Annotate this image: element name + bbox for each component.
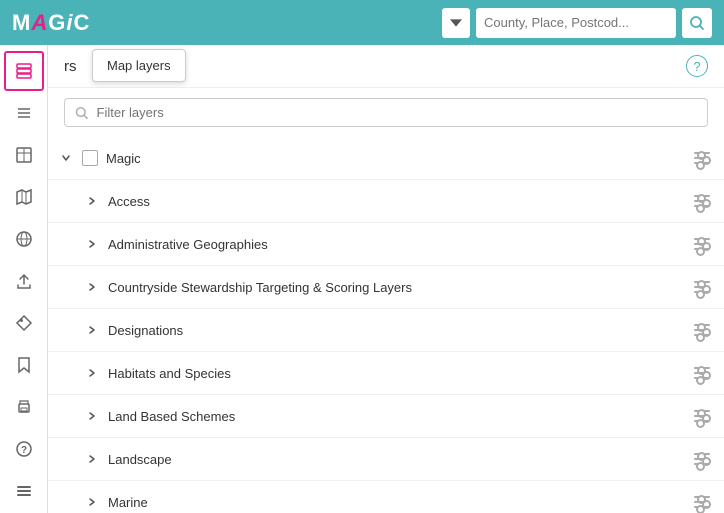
sidebar-item-globe[interactable] [4, 219, 44, 259]
search-input-wrap [476, 8, 676, 38]
settings-icon-admin-geo[interactable] [690, 232, 714, 256]
layer-row: Countryside Stewardship Targeting & Scor… [48, 266, 724, 308]
chevron-right-icon [87, 411, 97, 421]
settings-icon-designations[interactable] [690, 318, 714, 342]
layer-row: Land Based Schemes [48, 395, 724, 437]
layer-name: Access [108, 194, 690, 209]
expand-button-habitats[interactable] [84, 365, 100, 381]
table-icon [15, 146, 33, 164]
layer-list: Magic Access [48, 137, 724, 513]
layer-group-admin-geo: Administrative Geographies [48, 223, 724, 266]
sidebar-item-layers[interactable] [4, 51, 44, 91]
search-area [442, 8, 712, 38]
layer-row: Magic [48, 137, 724, 179]
help-icon: ? [15, 440, 33, 458]
sidebar-item-table[interactable] [4, 135, 44, 175]
layer-name: Designations [108, 323, 690, 338]
settings-icon-access[interactable] [690, 189, 714, 213]
expand-button-land-based[interactable] [84, 408, 100, 424]
chevron-right-icon [87, 196, 97, 206]
upload-icon [15, 272, 33, 290]
map-layers-tooltip: Map layers [92, 49, 186, 82]
layer-name: Land Based Schemes [108, 409, 690, 424]
panel: Map layers rs ? [48, 45, 724, 513]
chevron-down-icon [61, 153, 71, 163]
checkbox-magic[interactable] [82, 150, 98, 166]
search-icon [690, 16, 704, 30]
layer-row: Landscape [48, 438, 724, 480]
help-label: ? [693, 59, 700, 74]
layer-name: Marine [108, 495, 690, 510]
info-icon [15, 482, 33, 500]
dropdown-chevron-icon [450, 17, 462, 29]
sidebar-item-bookmark[interactable] [4, 345, 44, 385]
layer-row: Administrative Geographies [48, 223, 724, 265]
print-icon [15, 398, 33, 416]
expand-button-admin-geo[interactable] [84, 236, 100, 252]
sidebar-item-print[interactable] [4, 387, 44, 427]
globe-icon [15, 230, 33, 248]
search-dropdown[interactable] [442, 8, 470, 38]
map-icon [15, 188, 33, 206]
settings-icon-landscape[interactable] [690, 447, 714, 471]
main: ? Map layers rs ? [0, 45, 724, 513]
header: MAGiC [0, 0, 724, 45]
layer-group-marine: Marine [48, 481, 724, 513]
layer-name: Magic [106, 151, 690, 166]
filter-search-icon [75, 106, 89, 120]
sidebar-item-upload[interactable] [4, 261, 44, 301]
layer-group-habitats: Habitats and Species [48, 352, 724, 395]
expand-button-landscape[interactable] [84, 451, 100, 467]
panel-title: rs [64, 58, 77, 75]
layer-row: Access [48, 180, 724, 222]
layer-group-countryside: Countryside Stewardship Targeting & Scor… [48, 266, 724, 309]
layer-group-magic: Magic [48, 137, 724, 180]
layer-group-land-based: Land Based Schemes [48, 395, 724, 438]
expand-button-access[interactable] [84, 193, 100, 209]
chevron-right-icon [87, 325, 97, 335]
layer-row: Designations [48, 309, 724, 351]
settings-icon-magic[interactable] [690, 146, 714, 170]
sidebar-item-tag[interactable] [4, 303, 44, 343]
sidebar-item-list[interactable] [4, 93, 44, 133]
settings-icon-habitats[interactable] [690, 361, 714, 385]
tag-icon [15, 314, 33, 332]
settings-icon-marine[interactable] [690, 490, 714, 513]
layer-name: Countryside Stewardship Targeting & Scor… [108, 280, 690, 295]
chevron-right-icon [87, 454, 97, 464]
layer-row: Habitats and Species [48, 352, 724, 394]
help-circle-button[interactable]: ? [686, 55, 708, 77]
layers-icon [15, 62, 33, 80]
settings-icon-land-based[interactable] [690, 404, 714, 428]
logo: MAGiC [12, 10, 90, 36]
expand-button-countryside[interactable] [84, 279, 100, 295]
layer-group-designations: Designations [48, 309, 724, 352]
svg-text:?: ? [20, 445, 26, 456]
settings-icon-countryside[interactable] [690, 275, 714, 299]
search-button[interactable] [682, 8, 712, 38]
sidebar-item-map[interactable] [4, 177, 44, 217]
layer-group-access: Access [48, 180, 724, 223]
sidebar-item-info[interactable] [4, 471, 44, 511]
list-icon [15, 104, 33, 122]
bookmark-icon [15, 356, 33, 374]
chevron-right-icon [87, 497, 97, 507]
tooltip-text: Map layers [107, 58, 171, 73]
layer-name: Administrative Geographies [108, 237, 690, 252]
chevron-right-icon [87, 282, 97, 292]
chevron-right-icon [87, 239, 97, 249]
expand-button-marine[interactable] [84, 494, 100, 510]
expand-button-designations[interactable] [84, 322, 100, 338]
search-input[interactable] [484, 15, 668, 30]
layer-name: Landscape [108, 452, 690, 467]
sidebar-item-help[interactable]: ? [4, 429, 44, 469]
filter-wrap [64, 98, 708, 127]
layer-row: Marine [48, 481, 724, 513]
filter-input[interactable] [97, 105, 697, 120]
layer-group-landscape: Landscape [48, 438, 724, 481]
sidebar: ? [0, 45, 48, 513]
chevron-right-icon [87, 368, 97, 378]
layer-name: Habitats and Species [108, 366, 690, 381]
expand-button-magic[interactable] [58, 150, 74, 166]
